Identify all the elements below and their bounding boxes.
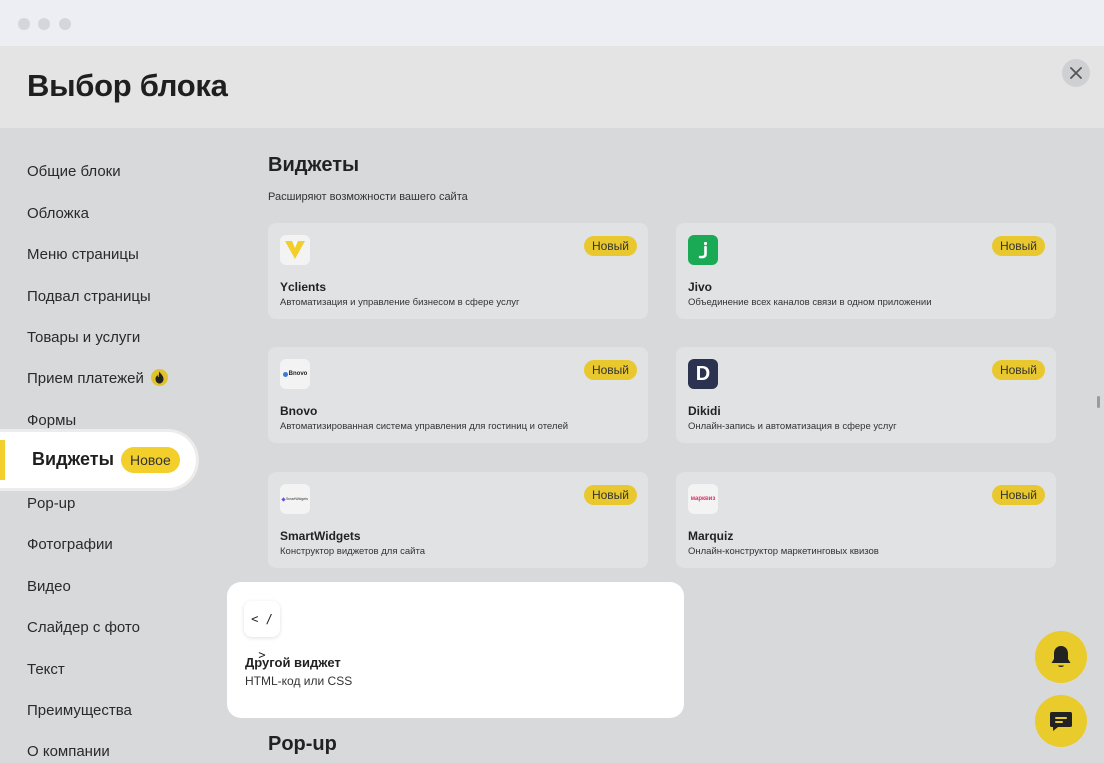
window-minimize-dot[interactable] <box>38 18 50 30</box>
sidebar-item-label: Преимущества <box>27 702 132 719</box>
close-button[interactable] <box>1062 59 1090 87</box>
sidebar-item-general-blocks[interactable]: Общие блоки <box>27 162 121 182</box>
widget-card-marquiz[interactable]: марквиз Новый Marquiz Онлайн-конструктор… <box>676 472 1056 568</box>
widget-name: Bnovo <box>280 404 318 418</box>
smartwidgets-logo-icon: SmartWidgets <box>280 484 310 514</box>
active-indicator <box>0 440 5 480</box>
new-badge: Новый <box>583 360 637 380</box>
sidebar-item-forms[interactable]: Формы <box>27 411 76 431</box>
sidebar-item-advantages[interactable]: Преимущества <box>27 701 132 721</box>
new-badge: Новый <box>991 485 1045 505</box>
sidebar-item-cover[interactable]: Обложка <box>27 204 89 224</box>
bell-icon <box>1051 646 1071 667</box>
sidebar-item-about[interactable]: О компании <box>27 742 110 762</box>
widget-description: Конструктор виджетов для сайта <box>280 546 425 557</box>
bnovo-logo-icon: Bnovo <box>280 359 310 389</box>
sidebar-item-label: Обложка <box>27 205 89 222</box>
block-picker-modal: Выбор блока Общие блоки Обложка Меню стр… <box>0 46 1104 763</box>
section-title-popup: Pop-up <box>268 733 337 755</box>
widget-card-yclients[interactable]: Новый Yclients Автоматизация и управлени… <box>268 223 648 319</box>
marquiz-logo-icon: марквиз <box>688 484 718 514</box>
sidebar-item-video[interactable]: Видео <box>27 577 71 597</box>
sidebar-item-label: Текст <box>27 661 65 678</box>
widget-description: Онлайн-конструктор маркетинговых квизов <box>688 546 879 557</box>
scrollbar-thumb[interactable] <box>1097 396 1100 408</box>
sidebar-item-label: Фотографии <box>27 536 113 553</box>
yclients-logo-icon <box>280 235 310 265</box>
new-badge: Новый <box>583 236 637 256</box>
sidebar-item-label: Виджеты <box>32 449 114 469</box>
sidebar-item-label: Pop-up <box>27 495 76 512</box>
sidebar-item-label: Меню страницы <box>27 246 139 263</box>
widget-description: Онлайн-запись и автоматизация в сфере ус… <box>688 421 897 432</box>
widget-name: SmartWidgets <box>280 529 361 543</box>
notifications-button[interactable] <box>1035 631 1087 683</box>
widget-card-other[interactable]: < / > Другой виджет HTML-код или CSS <box>227 582 684 718</box>
widget-card-dikidi[interactable]: D Новый Dikidi Онлайн-запись и автоматиз… <box>676 347 1056 443</box>
sidebar-item-label: О компании <box>27 743 110 760</box>
jivo-logo-icon <box>688 235 718 265</box>
close-icon <box>1070 67 1082 79</box>
widget-name: Jivo <box>688 280 713 294</box>
sidebar-item-label: Прием платежей <box>27 370 144 387</box>
sidebar-item-payments[interactable]: Прием платежей <box>27 368 168 389</box>
sidebar-item-popup[interactable]: Pop-up <box>27 494 75 514</box>
sidebar-item-products-services[interactable]: Товары и услуги <box>27 328 140 348</box>
widget-name: Другой виджет <box>245 655 341 670</box>
widget-card-jivo[interactable]: Новый Jivo Объединение всех каналов связ… <box>676 223 1056 319</box>
sidebar-item-label: Слайдер с фото <box>27 619 140 636</box>
fire-icon <box>150 368 168 386</box>
widget-name: Dikidi <box>688 404 721 418</box>
page-title: Выбор блока <box>27 68 228 103</box>
widget-description: Автоматизированная система управления дл… <box>280 421 569 432</box>
sidebar-item-label: Формы <box>27 412 77 429</box>
code-icon: < / > <box>244 601 280 662</box>
widget-card-bnovo[interactable]: Bnovo Новый Bnovo Автоматизированная сис… <box>268 347 648 443</box>
widget-name: Marquiz <box>688 529 734 543</box>
sidebar-item-photos[interactable]: Фотографии <box>27 535 113 555</box>
sidebar-item-label: Товары и услуги <box>27 329 141 346</box>
sidebar-item-widgets[interactable]: Виджеты Новое <box>0 432 196 488</box>
new-badge: Новое <box>121 447 180 473</box>
window-titlebar <box>0 0 1104 46</box>
chat-button[interactable] <box>1035 695 1087 747</box>
window-maximize-dot[interactable] <box>59 18 71 30</box>
window-close-dot[interactable] <box>18 18 30 30</box>
dikidi-logo-icon: D <box>688 359 718 389</box>
widget-card-smartwidgets[interactable]: SmartWidgets Новый SmartWidgets Конструк… <box>268 472 648 568</box>
sidebar-item-label: Видео <box>27 578 71 595</box>
sidebar-item-page-footer[interactable]: Подвал страницы <box>27 287 151 307</box>
new-badge: Новый <box>583 485 637 505</box>
chat-icon <box>1050 712 1072 731</box>
section-title: Виджеты <box>268 154 360 176</box>
sidebar-item-label: Подвал страницы <box>27 288 151 305</box>
widget-description: Автоматизация и управление бизнесом в сф… <box>280 297 520 308</box>
new-badge: Новый <box>991 236 1045 256</box>
modal-header: Выбор блока <box>0 46 1104 128</box>
widget-name: Yclients <box>280 280 327 294</box>
sidebar-item-text[interactable]: Текст <box>27 660 65 680</box>
sidebar-item-page-menu[interactable]: Меню страницы <box>27 245 139 265</box>
widget-description: HTML-код или CSS <box>245 674 353 688</box>
widget-description: Объединение всех каналов связи в одном п… <box>688 297 932 308</box>
new-badge: Новый <box>991 360 1045 380</box>
section-subtitle: Расширяют возможности вашего сайта <box>268 191 468 203</box>
sidebar-item-photo-slider[interactable]: Слайдер с фото <box>27 618 140 638</box>
sidebar-item-label: Общие блоки <box>27 163 121 180</box>
